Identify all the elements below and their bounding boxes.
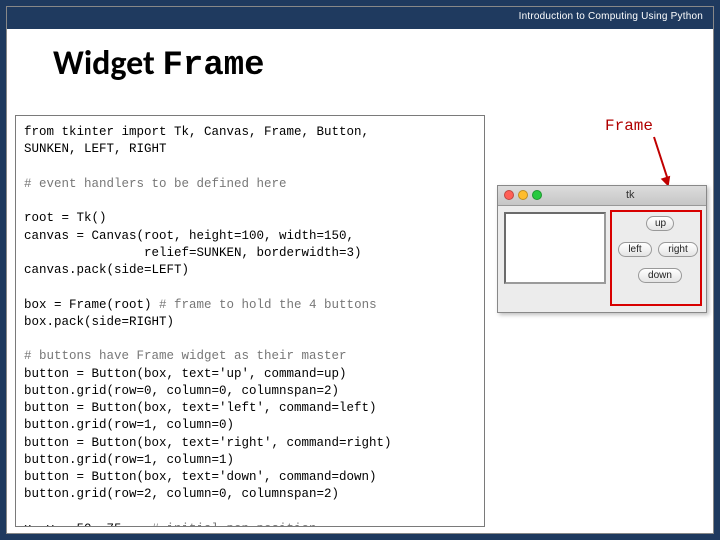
left-button[interactable]: left bbox=[618, 242, 652, 257]
code-box: from tkinter import Tk, Canvas, Frame, B… bbox=[15, 115, 485, 527]
code-line: button = Button(box, text='left', comman… bbox=[24, 401, 377, 415]
code-line: x, y = 50, 75 bbox=[24, 522, 152, 527]
code-comment: # frame to hold the 4 buttons bbox=[159, 298, 377, 312]
code-comment: # buttons have Frame widget as their mas… bbox=[24, 349, 347, 363]
code-line: button.grid(row=1, column=0) bbox=[24, 418, 234, 432]
code-line: box = Frame(root) bbox=[24, 298, 159, 312]
down-button[interactable]: down bbox=[638, 268, 682, 283]
window-body: up left right down bbox=[498, 206, 706, 312]
code-line: from tkinter import Tk, Canvas, Frame, B… bbox=[24, 125, 369, 139]
code-listing: from tkinter import Tk, Canvas, Frame, B… bbox=[24, 124, 478, 527]
code-line: SUNKEN, LEFT, RIGHT bbox=[24, 142, 167, 156]
code-line: button = Button(box, text='down', comman… bbox=[24, 470, 377, 484]
code-line: root = Tk() bbox=[24, 211, 107, 225]
window-titlebar: tk bbox=[498, 186, 706, 206]
top-bar-text: Introduction to Computing Using Python bbox=[519, 11, 703, 22]
code-comment: # initial pen position bbox=[152, 522, 317, 527]
code-comment: # event handlers to be defined here bbox=[24, 177, 287, 191]
code-line: canvas = Canvas(root, height=100, width=… bbox=[24, 229, 354, 243]
up-button[interactable]: up bbox=[646, 216, 674, 231]
code-line: box.pack(side=RIGHT) bbox=[24, 315, 174, 329]
code-line: canvas.pack(side=LEFT) bbox=[24, 263, 189, 277]
window-title: tk bbox=[626, 189, 635, 201]
title-mono: Frame bbox=[163, 47, 265, 85]
code-line: relief=SUNKEN, borderwidth=3) bbox=[24, 246, 362, 260]
code-line: button.grid(row=1, column=1) bbox=[24, 453, 234, 467]
top-bar: Introduction to Computing Using Python bbox=[7, 7, 713, 29]
slide: Introduction to Computing Using Python W… bbox=[6, 6, 714, 534]
arrow-line-icon bbox=[653, 137, 668, 179]
code-line: button = Button(box, text='right', comma… bbox=[24, 436, 392, 450]
close-icon[interactable] bbox=[504, 190, 514, 200]
callout-label-frame: Frame bbox=[605, 117, 653, 135]
tk-window: tk up left right down bbox=[497, 185, 707, 313]
title-prefix: Widget bbox=[53, 43, 163, 84]
minimize-icon[interactable] bbox=[518, 190, 528, 200]
code-line: button.grid(row=2, column=0, columnspan=… bbox=[24, 487, 339, 501]
slide-title: Widget Frame bbox=[53, 43, 265, 85]
canvas-widget[interactable] bbox=[504, 212, 606, 284]
zoom-icon[interactable] bbox=[532, 190, 542, 200]
code-line: button.grid(row=0, column=0, columnspan=… bbox=[24, 384, 339, 398]
right-button[interactable]: right bbox=[658, 242, 698, 257]
code-line: button = Button(box, text='up', command=… bbox=[24, 367, 347, 381]
